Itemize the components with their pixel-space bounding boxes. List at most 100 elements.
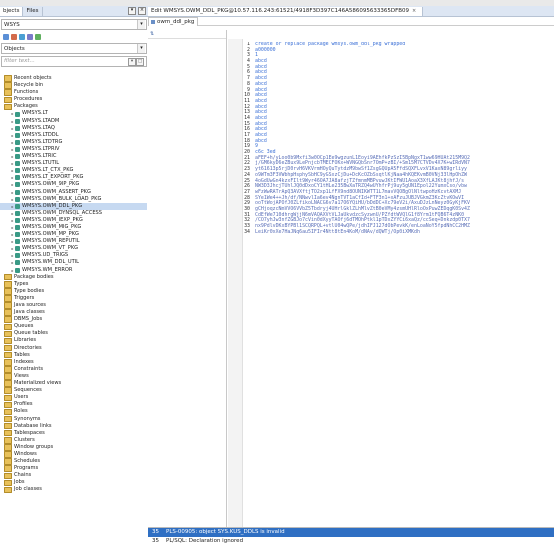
tree-item[interactable]: Java sources <box>0 302 147 309</box>
tree-item[interactable]: ▸ WMSYS.LT_EXPORT_PKG <box>0 174 147 181</box>
tree-item[interactable]: Job classes <box>0 486 147 494</box>
tree-item[interactable]: Schedules <box>0 458 147 465</box>
tree-item[interactable]: Roles <box>0 408 147 416</box>
tree-item[interactable]: ▸ WMSYS.OWM_VT_PKG <box>0 245 147 252</box>
tree-item[interactable]: Window groups <box>0 444 147 451</box>
tree-item[interactable]: Procedures <box>0 96 147 104</box>
tree-item[interactable]: Triggers <box>0 295 147 302</box>
browser-toolbar <box>1 32 147 41</box>
tree-item-label: Functions <box>14 89 39 96</box>
tree-item[interactable]: ▸ WMSYS.OWM_MIG_PKG <box>0 224 147 231</box>
tree-item[interactable]: Tablespaces <box>0 430 147 437</box>
tree-item[interactable]: Queue tables <box>0 330 147 338</box>
refresh-icon[interactable] <box>19 33 25 40</box>
tree-item[interactable]: Packages <box>0 103 147 111</box>
tree-item[interactable]: ▸ WMSYS.UD_TRIGS <box>0 252 147 259</box>
tree-item[interactable]: ▸ WMSYS.OWM_IEXP_PKG <box>0 217 147 224</box>
tree-item-label: Libraries <box>14 337 36 344</box>
tree-item-label: Type bodies <box>14 287 45 294</box>
tree-item[interactable]: Clusters <box>0 437 147 444</box>
tree-item[interactable]: Indexes <box>0 359 147 366</box>
tree-item[interactable]: ▸ WMSYS.WM_DDL_UTIL <box>0 259 147 266</box>
tree-item[interactable]: ▸ WMSYS.OWM_MP_PKG <box>0 231 147 238</box>
tree-item[interactable]: ▸ WMSYS.OWM_9IP_PKG <box>0 181 147 188</box>
tree-item[interactable]: Java classes <box>0 309 147 316</box>
tree-item[interactable]: ▸ WMSYS.OWM_BULK_LOAD_PKG <box>0 196 147 203</box>
tree-item-label: Constraints <box>14 365 44 372</box>
close-icon[interactable]: × <box>138 7 146 15</box>
chevron-down-icon[interactable]: ▾ <box>137 20 145 29</box>
schema-select[interactable]: WSYS ▾ <box>1 19 147 30</box>
tree-item[interactable]: Windows <box>0 451 147 458</box>
tree-item[interactable]: ▸ WMSYS.LTUTIL <box>0 160 147 167</box>
message-row[interactable]: 35 PLS-00905: object SYS.KUS_DDLS is inva… <box>148 528 554 537</box>
filter-icon[interactable] <box>35 33 41 40</box>
tree-item[interactable]: ▸ WMSYS.LTAQ <box>0 125 147 132</box>
tab-files[interactable]: Files <box>23 6 43 16</box>
tree-item[interactable]: ▸ WMSYS.OWM_DYNSQL_ACCESS <box>0 210 147 217</box>
document-tab-title: Edit WMSYS.OWM_DDL_PKG@10.57.116.243:615… <box>151 7 410 14</box>
filter-apply-icon[interactable]: ▾ <box>128 58 136 66</box>
tree-item[interactable]: Tables <box>0 352 147 359</box>
tree-item[interactable]: Views <box>0 373 147 380</box>
tree-item[interactable]: ▸ WMSYS.OWM_ASSERT_PKG <box>0 189 147 196</box>
tab-objects[interactable]: bjects <box>0 6 24 16</box>
tree-item[interactable]: Directories <box>0 345 147 352</box>
code-line: 34 LeiKr0xXe7HaJNq6au5IFIr4Ntt8tEn4KoM/dN… <box>228 229 554 236</box>
tree-item[interactable]: Package bodies <box>0 274 147 281</box>
source-tab-bar: owm_ddl_pkg <box>148 16 554 26</box>
tab-owm-ddl-pkg[interactable]: owm_ddl_pkg <box>148 16 199 26</box>
tree-item[interactable]: ▸ WMSYS.OWM_DDL_PKG <box>0 202 147 210</box>
filter-input[interactable]: filter text... ▾ □ <box>1 56 147 67</box>
tree-item[interactable]: Sequences <box>0 387 147 394</box>
folder-icon <box>4 387 12 394</box>
package-icon <box>15 154 20 160</box>
find-icon[interactable] <box>27 33 33 40</box>
tree-item[interactable]: Constraints <box>0 366 147 373</box>
folder-icon <box>4 323 12 331</box>
tree-item[interactable]: Recycle bin <box>0 82 147 89</box>
filter-clear-icon[interactable]: □ <box>136 58 144 66</box>
tree-item[interactable]: ▸ WMSYS.LTDTRG <box>0 139 147 146</box>
tree-item[interactable]: Functions <box>0 89 147 96</box>
tree-item[interactable]: ▸ WMSYS.LT_CTX_PKG <box>0 167 147 174</box>
folder-icon <box>4 437 12 444</box>
tree-item[interactable]: Libraries <box>0 337 147 345</box>
tree-item[interactable]: ▸ WMSYS.OWM_REPUTIL <box>0 238 147 245</box>
tree-item[interactable]: Type bodies <box>0 288 147 295</box>
outline-link-icon[interactable]: ⇅ <box>150 31 154 37</box>
tree-item[interactable]: Types <box>0 281 147 288</box>
delete-icon[interactable] <box>11 33 17 40</box>
object-type-select[interactable]: Objects ▾ <box>1 43 147 54</box>
tree-item[interactable]: Materialized views <box>0 380 147 387</box>
chevron-down-icon[interactable]: ▾ <box>137 44 145 53</box>
new-object-icon[interactable] <box>3 33 9 40</box>
tree-item[interactable]: Recent objects <box>0 75 147 82</box>
document-tab[interactable]: Edit WMSYS.OWM_DDL_PKG@10.57.116.243:615… <box>148 6 424 16</box>
tree-item[interactable]: Synonyms <box>0 416 147 423</box>
close-tab-icon[interactable]: × <box>412 7 416 16</box>
tree-item[interactable]: ▸ WMSYS.LT <box>0 110 147 117</box>
tree-item[interactable]: Queues <box>0 323 147 331</box>
tree-item[interactable]: Jobs <box>0 479 147 487</box>
tree-item[interactable]: Programs <box>0 465 147 472</box>
tree-item[interactable]: Users <box>0 394 147 402</box>
code-outline-pane[interactable]: ⇅ <box>148 30 227 533</box>
tree-item[interactable]: ▸ WMSYS.WM_ERROR <box>0 267 147 274</box>
tree-item[interactable]: ▸ WMSYS.LTADM <box>0 118 147 125</box>
tree-item[interactable]: ▸ WMSYS.LTDDL <box>0 132 147 139</box>
tree-item[interactable]: ▸ WMSYS.LTRIC <box>0 153 147 160</box>
tree-item[interactable]: DBMS_Jobs <box>0 316 147 323</box>
message-row[interactable]: 35 PL/SQL: Declaration ignored <box>148 537 554 546</box>
tree-item[interactable]: Profiles <box>0 401 147 409</box>
tree-item-label: WMSYS.OWM_IEXP_PKG <box>22 216 83 223</box>
tree-item-label: WMSYS.LT <box>22 110 48 117</box>
schema-value: WSYS <box>4 21 20 28</box>
pin-icon[interactable]: ▾ <box>128 7 136 15</box>
code-editor[interactable]: 1 create or replace package wmsys.owm_ddl… <box>228 42 554 532</box>
package-icon <box>15 182 20 188</box>
tree-item[interactable]: ▸ WMSYS.LTPRIV <box>0 146 147 153</box>
tree-item[interactable]: Database links <box>0 423 147 430</box>
tree-item[interactable]: Chains <box>0 472 147 480</box>
folder-icon <box>4 380 12 387</box>
